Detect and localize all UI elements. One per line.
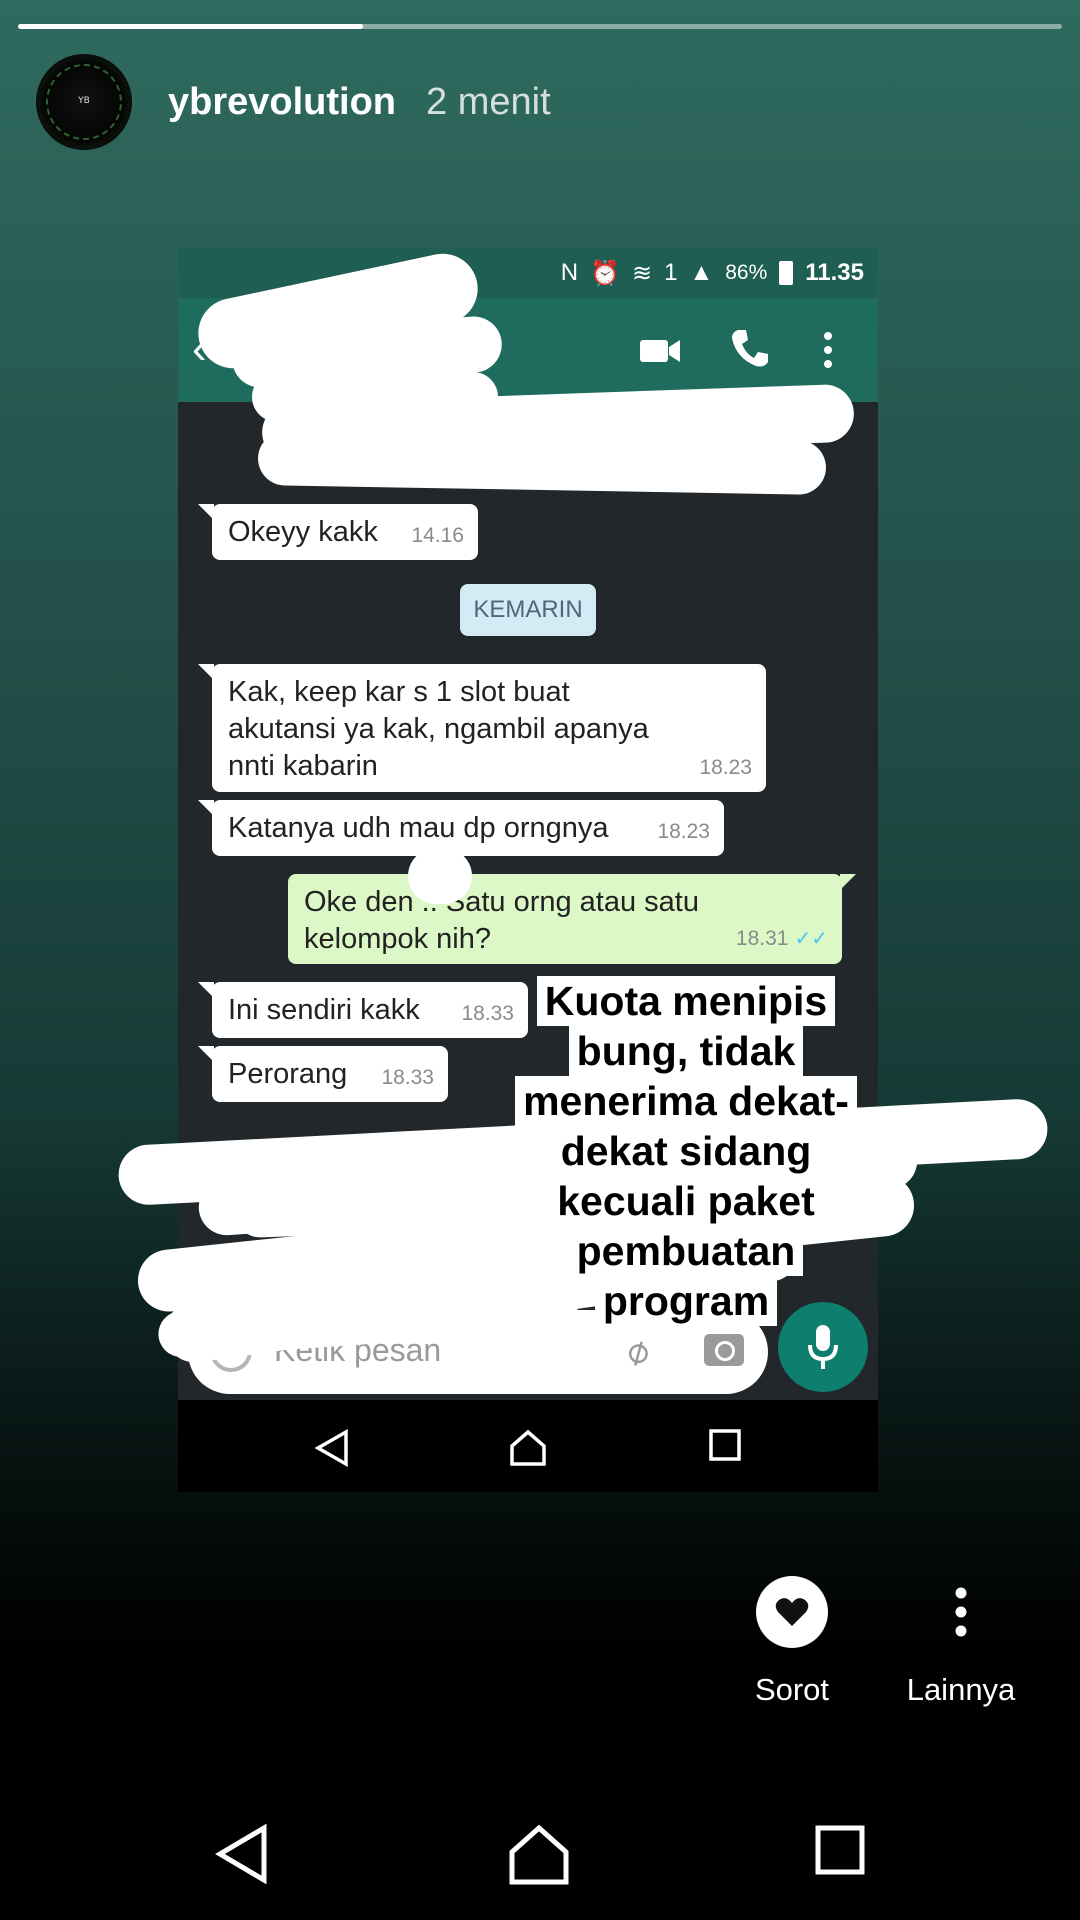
message-text: Okeyy kakk — [228, 516, 378, 548]
wifi-icon: ≋ — [632, 259, 653, 287]
message-bubble: Okeyy kakk 14.16 — [198, 504, 478, 560]
message-text: Oke den .. Satu orng atau satu kelompok … — [304, 886, 699, 955]
overflow-menu-icon — [824, 332, 832, 368]
message-time: 18.33 — [381, 1066, 434, 1089]
username[interactable]: ybrevolution — [168, 81, 396, 124]
video-call-icon — [640, 340, 680, 362]
message-time-text: 18.31 — [735, 927, 789, 950]
story-progress-fill — [18, 24, 363, 29]
screenshot-nav-bar — [178, 1400, 878, 1492]
message-time: 18.23 — [699, 756, 752, 779]
date-divider: KEMARIN — [460, 584, 596, 636]
message-time: 18.31 ✓✓ — [736, 920, 828, 958]
message-bubble: Ini sendiri kakk 18.33 — [198, 982, 528, 1038]
system-recents-button[interactable] — [814, 1824, 866, 1876]
more-dots-icon — [925, 1576, 997, 1648]
avatar[interactable]: YB — [36, 54, 132, 150]
heart-icon — [775, 1598, 809, 1626]
status-time: 11.35 — [805, 259, 864, 286]
message-bubble: Kak, keep kar s 1 slot buat akutansi ya … — [198, 664, 766, 792]
battery-icon — [779, 261, 794, 285]
read-ticks-icon: ✓✓ — [794, 928, 828, 950]
message-time: 18.33 — [461, 1002, 514, 1025]
phone-call-icon — [732, 330, 768, 367]
system-nav-bar — [0, 1800, 1080, 1920]
message-bubble: Katanya udh mau dp orngnya 18.23 — [198, 800, 724, 856]
story-progress-bar — [18, 24, 1062, 29]
caption-text: Kuota menipis bung, tidak menerima dekat… — [515, 976, 857, 1326]
redaction-scribble — [257, 431, 827, 495]
message-time: 14.16 — [411, 524, 464, 547]
highlight-button[interactable]: Sorot — [740, 1576, 844, 1708]
post-time: 2 menit — [426, 80, 551, 123]
nav-back-icon — [314, 1428, 348, 1468]
story-header: YB ybrevolution 2 menit — [36, 52, 551, 152]
story-caption: Kuota menipis bung, tidak menerima dekat… — [510, 976, 862, 1326]
redaction-scribble — [408, 848, 472, 904]
system-back-button[interactable] — [214, 1824, 270, 1884]
nfc-icon: N — [560, 259, 579, 286]
message-text: Katanya udh mau dp orngnya — [228, 812, 609, 844]
avatar-logo-text: YB — [78, 96, 90, 106]
nav-recents-icon — [709, 1429, 741, 1461]
signal-icon: ▲ — [689, 259, 714, 286]
attachment-icon: ⌀ — [616, 1327, 657, 1374]
battery-percent: 86% — [725, 261, 768, 284]
more-label: Lainnya — [906, 1672, 1016, 1707]
message-time: 18.23 — [657, 820, 710, 843]
highlight-label: Sorot — [754, 1672, 830, 1707]
highlight-circle — [756, 1576, 828, 1648]
message-text: Ini sendiri kakk — [228, 994, 420, 1026]
sim-icon: 1 — [664, 259, 678, 286]
alarm-icon: ⏰ — [590, 259, 620, 287]
nav-home-icon — [510, 1429, 546, 1466]
message-text: Perorang — [228, 1058, 348, 1090]
message-text: Kak, keep kar s 1 slot buat akutansi ya … — [228, 676, 649, 782]
camera-icon — [704, 1334, 744, 1366]
mic-icon — [808, 1325, 838, 1369]
system-home-button[interactable] — [508, 1824, 570, 1886]
more-button[interactable]: Lainnya — [896, 1576, 1026, 1708]
message-bubble: Perorang 18.33 — [198, 1046, 448, 1102]
message-bubble: Oke den .. Satu orng atau satu kelompok … — [288, 874, 856, 964]
